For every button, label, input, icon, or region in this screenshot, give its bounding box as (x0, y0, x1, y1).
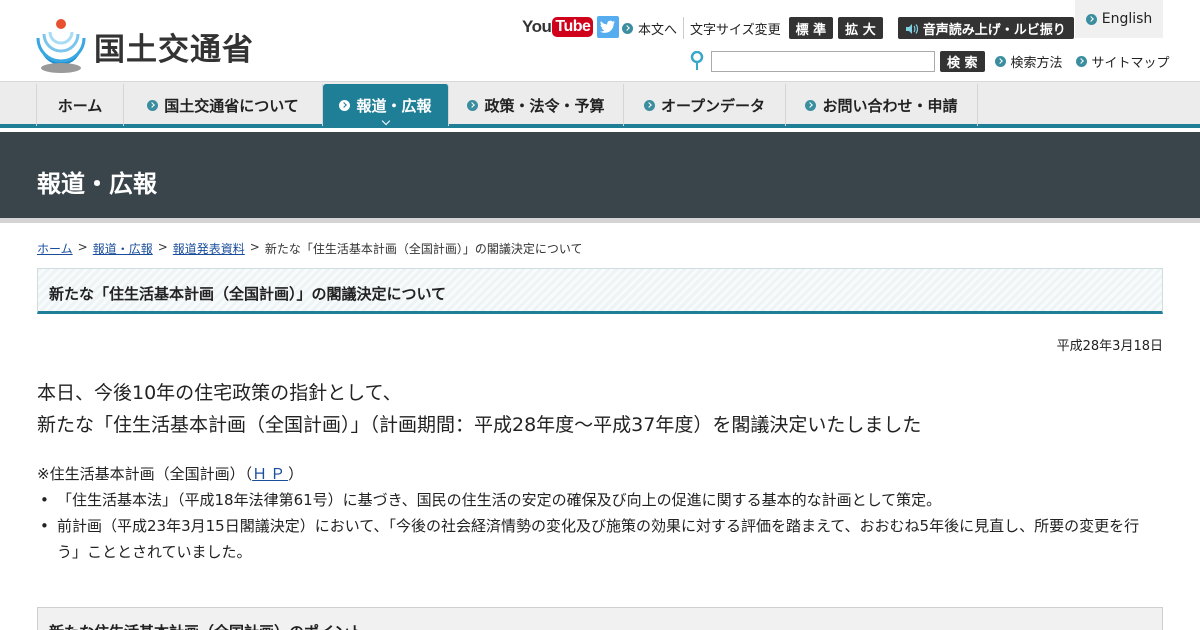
nav-item-opendata[interactable]: オープンデータ (624, 84, 786, 126)
logo-text: 国土交通省 (94, 31, 254, 68)
note-prefix: ※住生活基本計画（全国計画）（ (37, 465, 253, 483)
lead-text: 本日、今後10年の住宅政策の指針として、 新たな「住生活基本計画（全国計画）」（… (37, 377, 921, 441)
search-row: 検 索 検索方法 サイトマップ (690, 50, 1170, 72)
skip-to-main-link[interactable]: 本文へ (622, 19, 677, 38)
arrow-circle-icon (1075, 55, 1087, 67)
lead-line-1: 本日、今後10年の住宅政策の指針として、 (37, 382, 402, 404)
arrow-circle-icon (339, 99, 351, 111)
section-title: 報道・広報 (37, 170, 157, 198)
nav-item-contact[interactable]: お問い合わせ・申請 (786, 84, 978, 126)
arrow-circle-icon (1085, 13, 1097, 25)
nav-item-policy[interactable]: 政策・法令・予算 (449, 84, 624, 126)
breadcrumb-separator: > (77, 240, 88, 254)
arrow-circle-icon (994, 55, 1006, 67)
mlit-logo-icon (36, 18, 86, 74)
arrow-circle-icon (643, 99, 655, 111)
speaker-icon (905, 23, 918, 34)
points-section-heading: 新たな住生活基本計画（全国計画）のポイント (37, 607, 1163, 630)
publish-date: 平成28年3月18日 (1056, 339, 1163, 354)
article-heading-box: 新たな「住生活基本計画（全国計画）」の閣議決定について (37, 268, 1163, 314)
english-link[interactable]: English (1075, 0, 1163, 38)
page-title: 新たな「住生活基本計画（全国計画）」の閣議決定について (49, 285, 447, 303)
font-enlarge-button[interactable]: 拡 大 (838, 17, 883, 39)
breadcrumb: ホーム > 報道・広報 > 報道発表資料 > 新たな「住生活基本計画（全国計画）… (37, 240, 583, 257)
youtube-tube-text: Tube (552, 17, 594, 37)
font-standard-button[interactable]: 標 準 (788, 17, 834, 39)
list-item: 「住生活基本法」（平成18年法律第61号）に基づき、国民の住生活の安定の確保及び… (37, 487, 1147, 513)
nav-item-label: オープンデータ (660, 96, 766, 115)
arrow-circle-icon (467, 99, 479, 111)
nav-item-label: ホーム (57, 96, 103, 115)
search-method-label: 検索方法 (1010, 55, 1063, 71)
voice-reading-label: 音声読み上げ・ルビ振り (922, 22, 1066, 38)
breadcrumb-press[interactable]: 報道・広報 (93, 240, 153, 257)
sns-links: You Tube (522, 16, 620, 38)
breadcrumb-home[interactable]: ホーム (37, 240, 73, 257)
chevron-down-icon (381, 116, 390, 126)
location-pin-icon (690, 50, 704, 71)
points-title: 新たな住生活基本計画（全国計画）のポイント (49, 621, 364, 630)
nav-item-label: 報道・広報 (356, 96, 432, 115)
voice-reading-button[interactable]: 音声読み上げ・ルビ振り (897, 17, 1074, 39)
note-list: 「住生活基本法」（平成18年法律第61号）に基づき、国民の住生活の安定の確保及び… (37, 487, 1147, 565)
skip-to-main-label: 本文へ (638, 22, 678, 38)
arrow-circle-icon (805, 99, 817, 111)
youtube-link[interactable]: You Tube (522, 17, 594, 37)
global-nav: ホーム 国土交通省について 報道・広報 政策・法令・予算 オープンデータ お問い… (0, 82, 1200, 128)
site-logo[interactable]: 国土交通省 (36, 18, 254, 74)
divider (683, 17, 685, 39)
arrow-circle-icon (147, 99, 159, 111)
sitemap-label: サイトマップ (1091, 55, 1170, 71)
notes-section: ※住生活基本計画（全国計画）（ＨＰ） 「住生活基本法」（平成18年法律第61号）… (37, 461, 1147, 565)
search-button[interactable]: 検 索 (940, 50, 985, 72)
list-item: 前計画（平成23年3月15日閣議決定）において、「今後の社会経済情勢の変化及び施… (37, 513, 1147, 565)
sitemap-link[interactable]: サイトマップ (1075, 52, 1170, 71)
nav-item-label: 政策・法令・予算 (484, 96, 605, 115)
nav-item-home[interactable]: ホーム (36, 84, 124, 126)
search-method-link[interactable]: 検索方法 (994, 52, 1063, 71)
breadcrumb-releases[interactable]: 報道発表資料 (173, 240, 245, 257)
site-header: 国土交通省 You Tube 本文へ 文字サイズ変更 標 準 拡 大 音声読み上げ… (0, 0, 1200, 82)
font-size-label: 文字サイズ変更 (690, 22, 781, 38)
breadcrumb-separator: > (157, 240, 168, 254)
nav-item-about[interactable]: 国土交通省について (124, 84, 323, 126)
nav-item-label: 国土交通省について (164, 96, 299, 115)
youtube-you-text: You (522, 17, 552, 36)
nav-item-press[interactable]: 報道・広報 (323, 84, 449, 126)
nav-item-label: お問い合わせ・申請 (822, 96, 958, 115)
section-banner: 報道・広報 (0, 132, 1200, 223)
hp-link[interactable]: ＨＰ (252, 465, 288, 483)
lead-line-2: 新たな「住生活基本計画（全国計画）」（計画期間：平成28年度～平成37年度）を閣… (37, 414, 922, 436)
twitter-icon[interactable] (597, 16, 620, 38)
english-label: English (1101, 11, 1153, 27)
note-line: ※住生活基本計画（全国計画）（ＨＰ） (37, 461, 1147, 487)
breadcrumb-current: 新たな「住生活基本計画（全国計画）」の閣議決定について (264, 242, 583, 256)
search-input[interactable] (711, 50, 935, 72)
top-utility-links: 本文へ 文字サイズ変更 標 準 拡 大 音声読み上げ・ルビ振り (622, 16, 1074, 40)
breadcrumb-separator: > (249, 240, 260, 254)
arrow-circle-icon (622, 22, 633, 34)
note-suffix: ） (288, 465, 304, 483)
